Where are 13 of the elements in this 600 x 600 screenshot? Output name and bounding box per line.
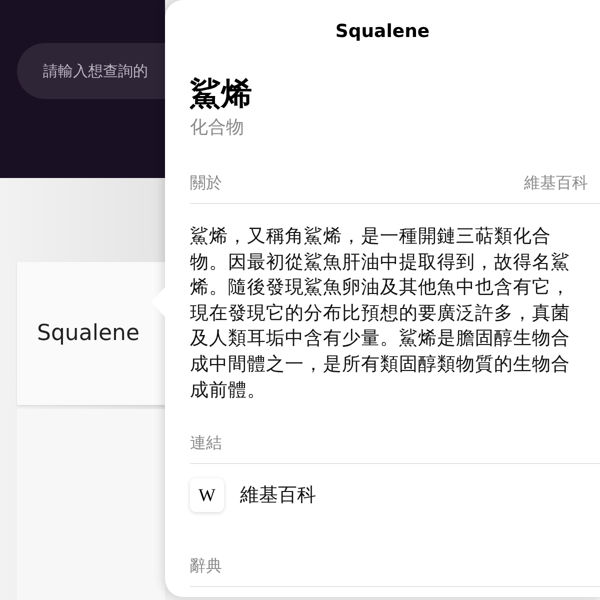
source-label: 維基百科 [524, 173, 588, 194]
wiki-link[interactable]: 維基百科 [240, 482, 316, 508]
search-field[interactable]: 請輸入想查詢的 [17, 43, 165, 99]
term-heading: 鯊烯 [190, 75, 253, 114]
section-header: 辭典 [190, 556, 222, 578]
result-label: Squalene [37, 321, 140, 346]
result-card[interactable]: Squalene [17, 262, 165, 405]
popover-title: Squalene [334, 20, 431, 42]
section-header: 連結 [190, 433, 222, 454]
search-placeholder: 請輸入想查詢的 [43, 62, 148, 80]
term-category: 化合物 [190, 116, 245, 139]
section-header: 關於 [190, 173, 222, 194]
description-paragraph: 鯊烯，又稱角鯊烯，是一種開鏈三萜類化合物。因最初從鯊魚肝油中提取得到，故得名鯊烯。隨後發現鯊魚卵油及其他魚中也含有它，現在發現它的分布比預想的要廣泛許多，真菌及人類耳垢中含有少量。鯊烯是膽固醇生物合成中間體之一，是所有類固醇類物質的生物合成前體。 [190, 225, 571, 403]
